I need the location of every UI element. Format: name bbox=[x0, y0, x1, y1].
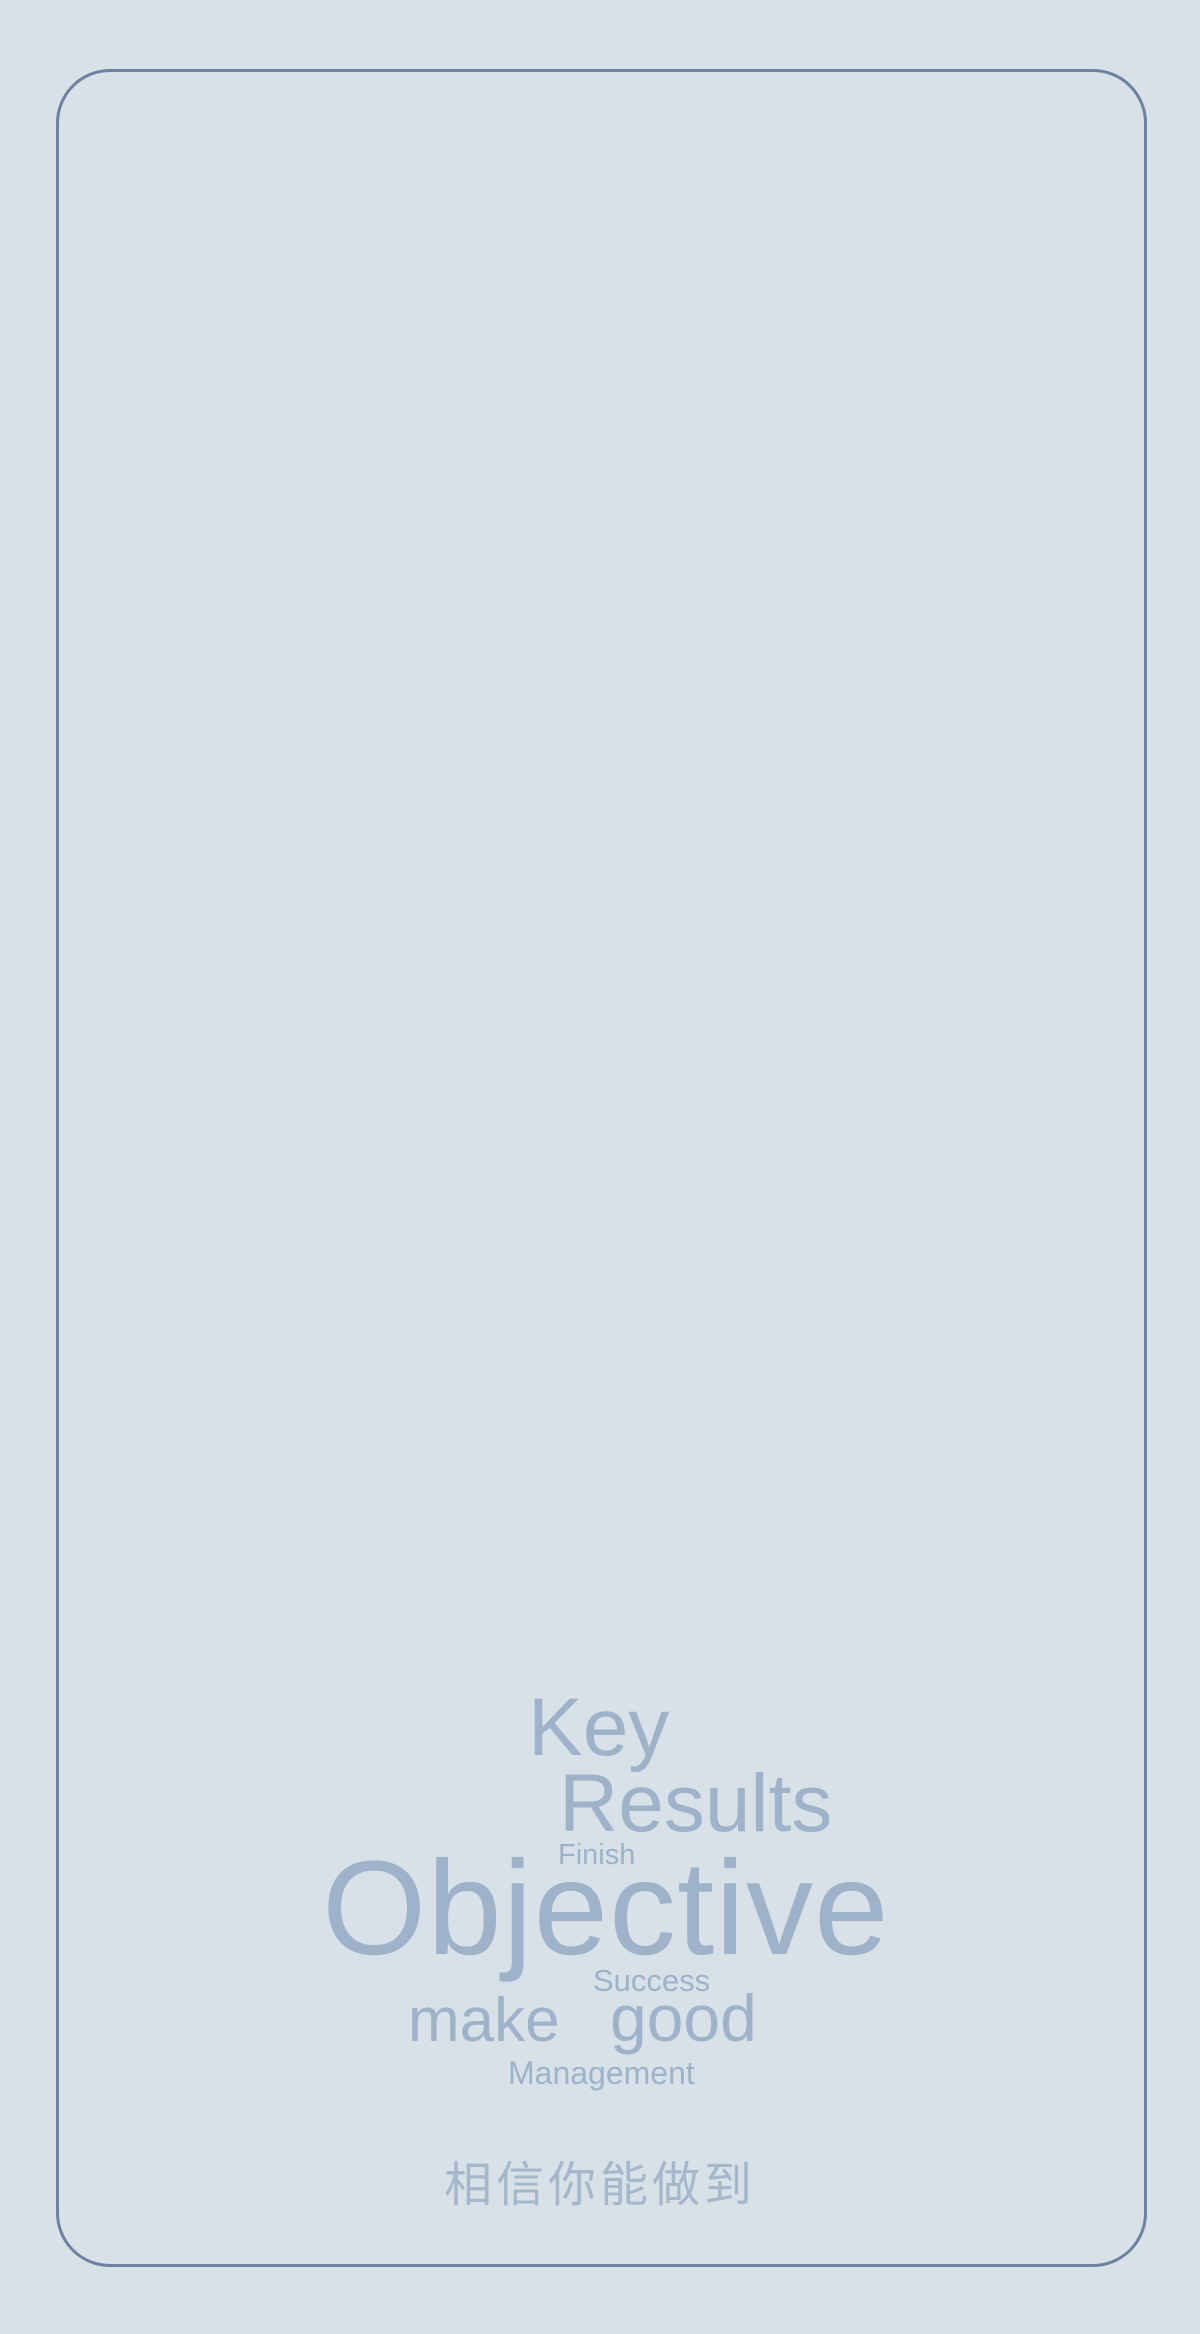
word-make: make bbox=[408, 1986, 560, 2055]
tagline-text: 相信你能做到 bbox=[443, 2157, 756, 2213]
word-results: Results bbox=[559, 1758, 833, 1849]
word-key: Key bbox=[528, 1682, 670, 1773]
word-management: Management bbox=[508, 2055, 695, 2091]
word-objective: Objective bbox=[322, 1834, 890, 1983]
word-good: good bbox=[610, 1981, 757, 2055]
